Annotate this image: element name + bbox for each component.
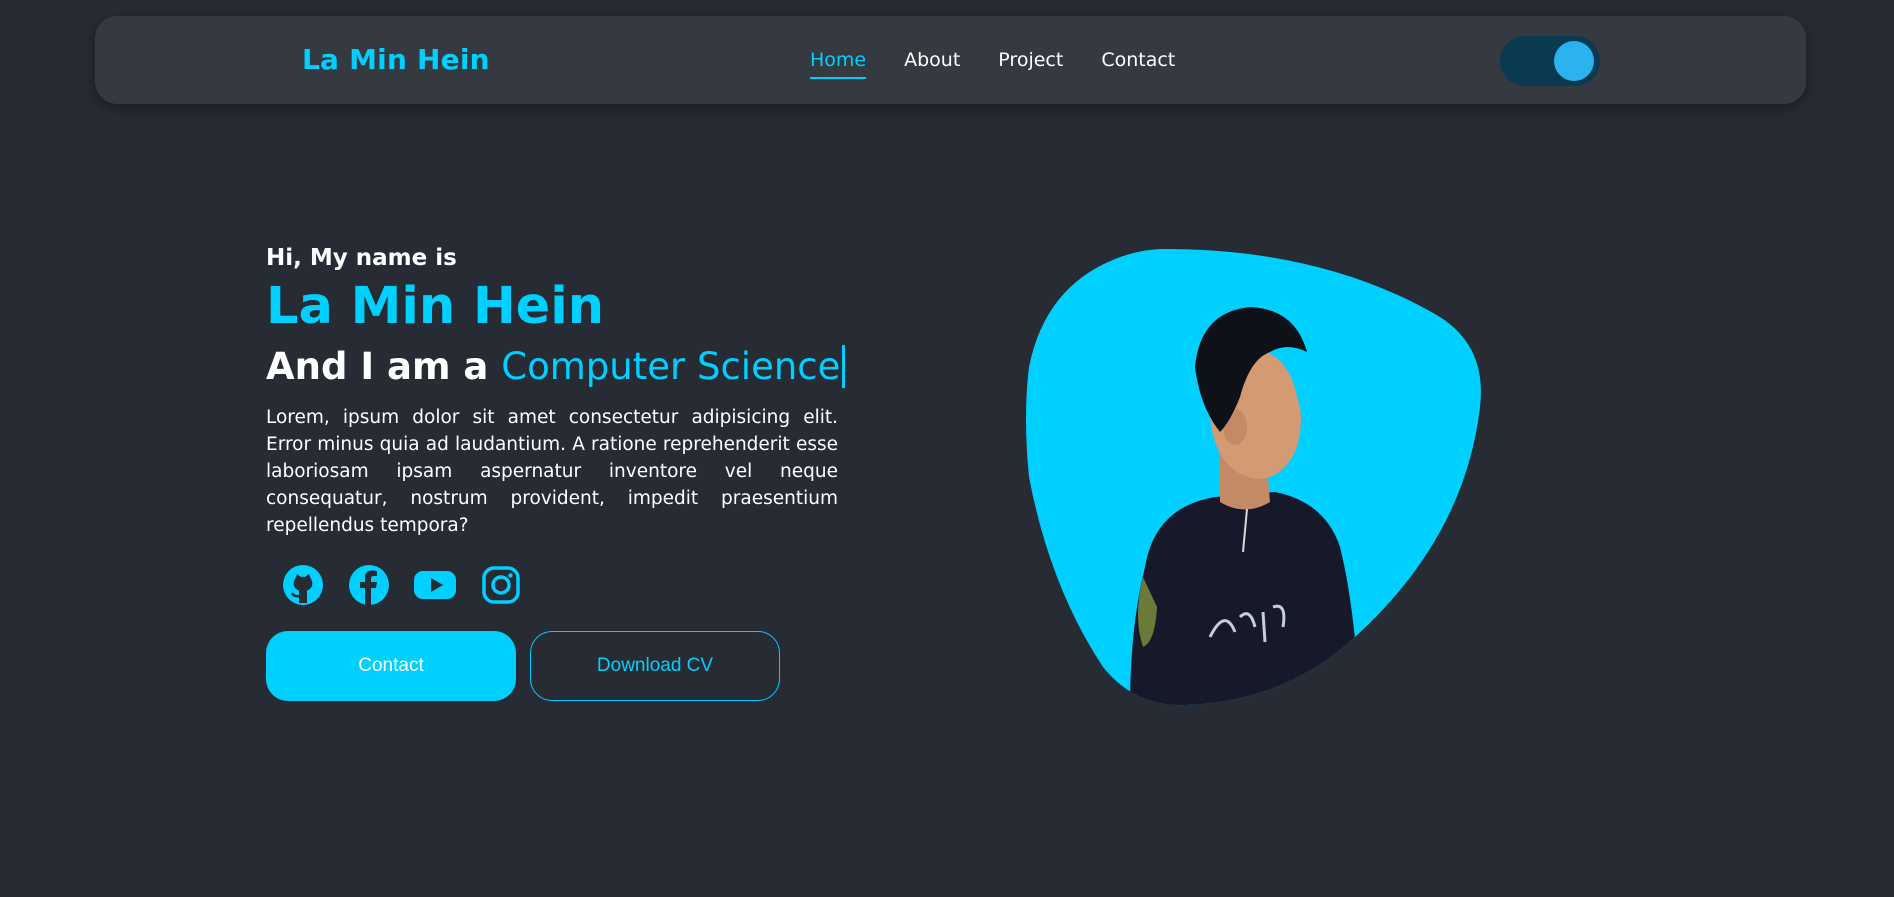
contact-button[interactable]: Contact (266, 631, 516, 702)
hero-section: Hi, My name is La Min Hein And I am a Co… (266, 245, 846, 702)
github-icon[interactable] (281, 563, 325, 607)
role-typed-text: Computer Science (501, 345, 846, 389)
nav-link-contact[interactable]: Contact (1101, 49, 1175, 79)
facebook-icon[interactable] (347, 563, 391, 607)
nav-link-home[interactable]: Home (810, 49, 867, 79)
youtube-icon[interactable] (413, 563, 457, 607)
nav-links: Home About Project Contact (810, 49, 1175, 79)
brand-logo[interactable]: La Min Hein (302, 43, 490, 76)
hero-name: La Min Hein (266, 277, 605, 336)
hero-buttons: Contact Download CV (266, 631, 838, 702)
theme-toggle[interactable] (1500, 36, 1600, 86)
hero-greeting: Hi, My name is (266, 245, 457, 271)
profile-image (1025, 247, 1485, 707)
instagram-icon[interactable] (479, 563, 523, 607)
profile-blob (1026, 249, 1481, 706)
role-prefix: And I am a (266, 345, 489, 389)
nav-link-about[interactable]: About (904, 49, 960, 79)
toggle-knob (1554, 41, 1594, 81)
hero-role-line: And I am a Computer Science (266, 345, 846, 389)
nav-link-project[interactable]: Project (998, 49, 1063, 79)
hero-description: Lorem, ipsum dolor sit amet consectetur … (266, 407, 838, 537)
social-links (266, 563, 838, 607)
navbar: La Min Hein Home About Project Contact (95, 16, 1806, 104)
download-cv-button[interactable]: Download CV (530, 631, 780, 702)
